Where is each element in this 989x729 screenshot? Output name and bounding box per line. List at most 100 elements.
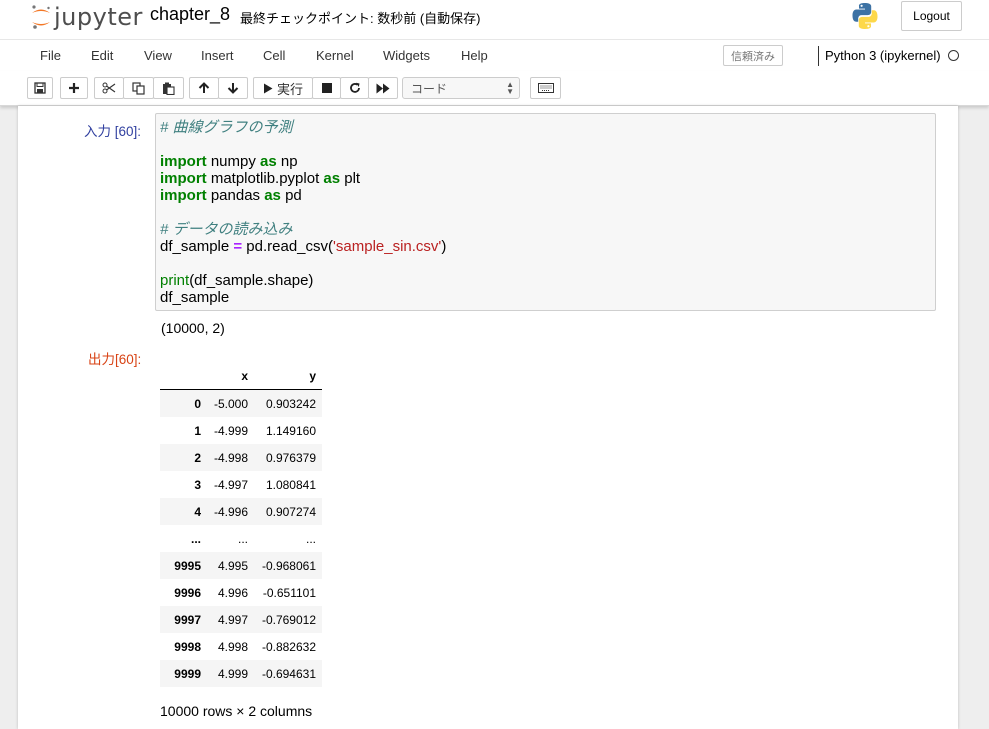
table-cell: -0.651101 xyxy=(262,585,316,600)
row-index: 4 xyxy=(194,504,201,519)
column-header-x: x xyxy=(207,362,254,390)
select-arrows-icon: ▲ ▼ xyxy=(506,80,514,96)
insert-cell-button[interactable] xyxy=(60,77,88,99)
copy-icon xyxy=(132,81,145,95)
table-cell: 4.999 xyxy=(217,666,248,681)
menu-help[interactable]: Help xyxy=(461,48,488,63)
trusted-badge[interactable]: 信頼済み xyxy=(723,45,783,66)
row-index: 9999 xyxy=(174,666,201,681)
table-cell: -0.769012 xyxy=(261,612,316,627)
code-token: as xyxy=(264,187,281,204)
keyboard-icon xyxy=(537,83,554,93)
cell-type-value: コード xyxy=(411,81,448,96)
notebook-name[interactable]: chapter_8 xyxy=(150,4,230,25)
table-row: 9996 4.996 -0.651101 xyxy=(160,579,322,606)
menu-kernel[interactable]: Kernel xyxy=(316,48,354,63)
code-token: pandas xyxy=(206,187,265,204)
cell-type-select[interactable]: コード ▲ ▼ xyxy=(402,77,520,99)
code-token: (df_sample.shape) xyxy=(189,272,314,289)
toolbar: 実行 コード ▲ ▼ xyxy=(0,71,989,106)
table-cell: 4.997 xyxy=(217,612,248,627)
fast-forward-icon xyxy=(376,83,390,93)
stop-icon xyxy=(321,83,332,93)
table-cell: -0.882632 xyxy=(261,639,316,654)
code-token: print xyxy=(160,272,190,289)
restart-run-all-button[interactable] xyxy=(368,77,398,99)
code-token: np xyxy=(276,153,298,170)
table-cell: 0.903242 xyxy=(265,396,316,411)
row-index: 0 xyxy=(194,396,201,411)
save-button[interactable] xyxy=(27,77,53,99)
code-line: import matplotlib.pyplot as plt xyxy=(160,170,935,187)
code-token: import xyxy=(160,153,207,170)
jupyter-wordmark: jupyter xyxy=(54,3,143,31)
table-cell: ... xyxy=(237,531,248,546)
menu-view[interactable]: View xyxy=(144,48,172,63)
paste-button[interactable] xyxy=(153,77,184,99)
row-index: 9995 xyxy=(174,558,201,573)
index-header xyxy=(160,362,207,390)
row-index: ... xyxy=(190,531,201,546)
table-row: 9998 4.998 -0.882632 xyxy=(160,633,322,660)
menu-cell[interactable]: Cell xyxy=(263,48,285,63)
code-token: plt xyxy=(340,170,361,187)
code-line: import numpy as np xyxy=(160,153,935,170)
code-line: print(df_sample.shape) xyxy=(160,272,935,289)
logout-button[interactable]: Logout xyxy=(901,1,962,31)
interrupt-button[interactable] xyxy=(312,77,341,99)
code-line: # 曲線グラフの予測 xyxy=(160,119,935,136)
code-editor[interactable]: # 曲線グラフの予測 import numpy as np import matpl… xyxy=(155,113,936,311)
menu-file[interactable]: File xyxy=(40,48,61,63)
table-cell: -5.000 xyxy=(213,396,248,411)
code-token: # データの読み込み xyxy=(160,221,293,238)
table-row: 3 -4.997 1.080841 xyxy=(160,471,322,498)
table-cell: -4.996 xyxy=(213,504,248,519)
table-cell: 0.907274 xyxy=(265,504,316,519)
move-up-button[interactable] xyxy=(189,77,219,99)
code-token: import xyxy=(160,170,207,187)
table-cell: -4.997 xyxy=(213,477,248,492)
run-button[interactable]: 実行 xyxy=(253,77,313,99)
table-cell: -4.998 xyxy=(213,450,248,465)
dataframe-table: x y 0 -5.000 0.903242 1 -4.999 1.149160 2 -4.99… xyxy=(160,362,322,687)
table-cell: -4.999 xyxy=(213,423,248,438)
play-icon xyxy=(263,83,273,93)
move-down-button[interactable] xyxy=(218,77,248,99)
table-cell: -0.694631 xyxy=(261,666,316,681)
cut-button[interactable] xyxy=(94,77,124,99)
menu-edit[interactable]: Edit xyxy=(91,48,113,63)
kernel-name[interactable]: Python 3 (ipykernel) xyxy=(825,48,941,63)
table-cell: 1.080841 xyxy=(265,477,316,492)
table-row: ......... xyxy=(160,525,322,552)
row-index: 3 xyxy=(194,477,201,492)
code-token: df_sample xyxy=(160,289,230,306)
code-token: ) xyxy=(441,238,447,255)
restart-button[interactable] xyxy=(340,77,369,99)
table-row: 9999 4.999 -0.694631 xyxy=(160,660,322,687)
code-token: 'sample_sin.csv' xyxy=(333,238,442,255)
scissors-icon xyxy=(102,82,116,94)
paste-icon xyxy=(163,82,175,95)
jupyter-logo[interactable]: jupyter xyxy=(30,3,143,31)
python-logo-icon xyxy=(852,3,878,29)
kernel-idle-indicator-icon xyxy=(948,50,959,61)
menu-widgets[interactable]: Widgets xyxy=(383,48,430,63)
copy-button[interactable] xyxy=(123,77,154,99)
code-token: pd.read_csv( xyxy=(242,238,334,255)
table-cell: -0.968061 xyxy=(261,558,316,573)
header: jupyter chapter_8 最終チェックポイント: 数秒前 (自動保存)… xyxy=(0,0,989,39)
table-row: 1 -4.999 1.149160 xyxy=(160,417,322,444)
code-token: numpy xyxy=(206,153,261,170)
code-token: # 曲線グラフの予測 xyxy=(160,119,293,136)
table-row: 0 -5.000 0.903242 xyxy=(160,389,322,417)
row-index: 1 xyxy=(194,423,201,438)
dataframe-dimensions: 10000 rows × 2 columns xyxy=(160,703,313,719)
table-cell: 4.995 xyxy=(217,558,248,573)
command-palette-button[interactable] xyxy=(530,77,561,99)
menubar: File Edit View Insert Cell Kernel Widget… xyxy=(0,39,989,72)
jupyter-orbit-icon xyxy=(32,5,50,29)
menu-insert[interactable]: Insert xyxy=(201,48,234,63)
code-line: df_sample xyxy=(160,289,935,306)
